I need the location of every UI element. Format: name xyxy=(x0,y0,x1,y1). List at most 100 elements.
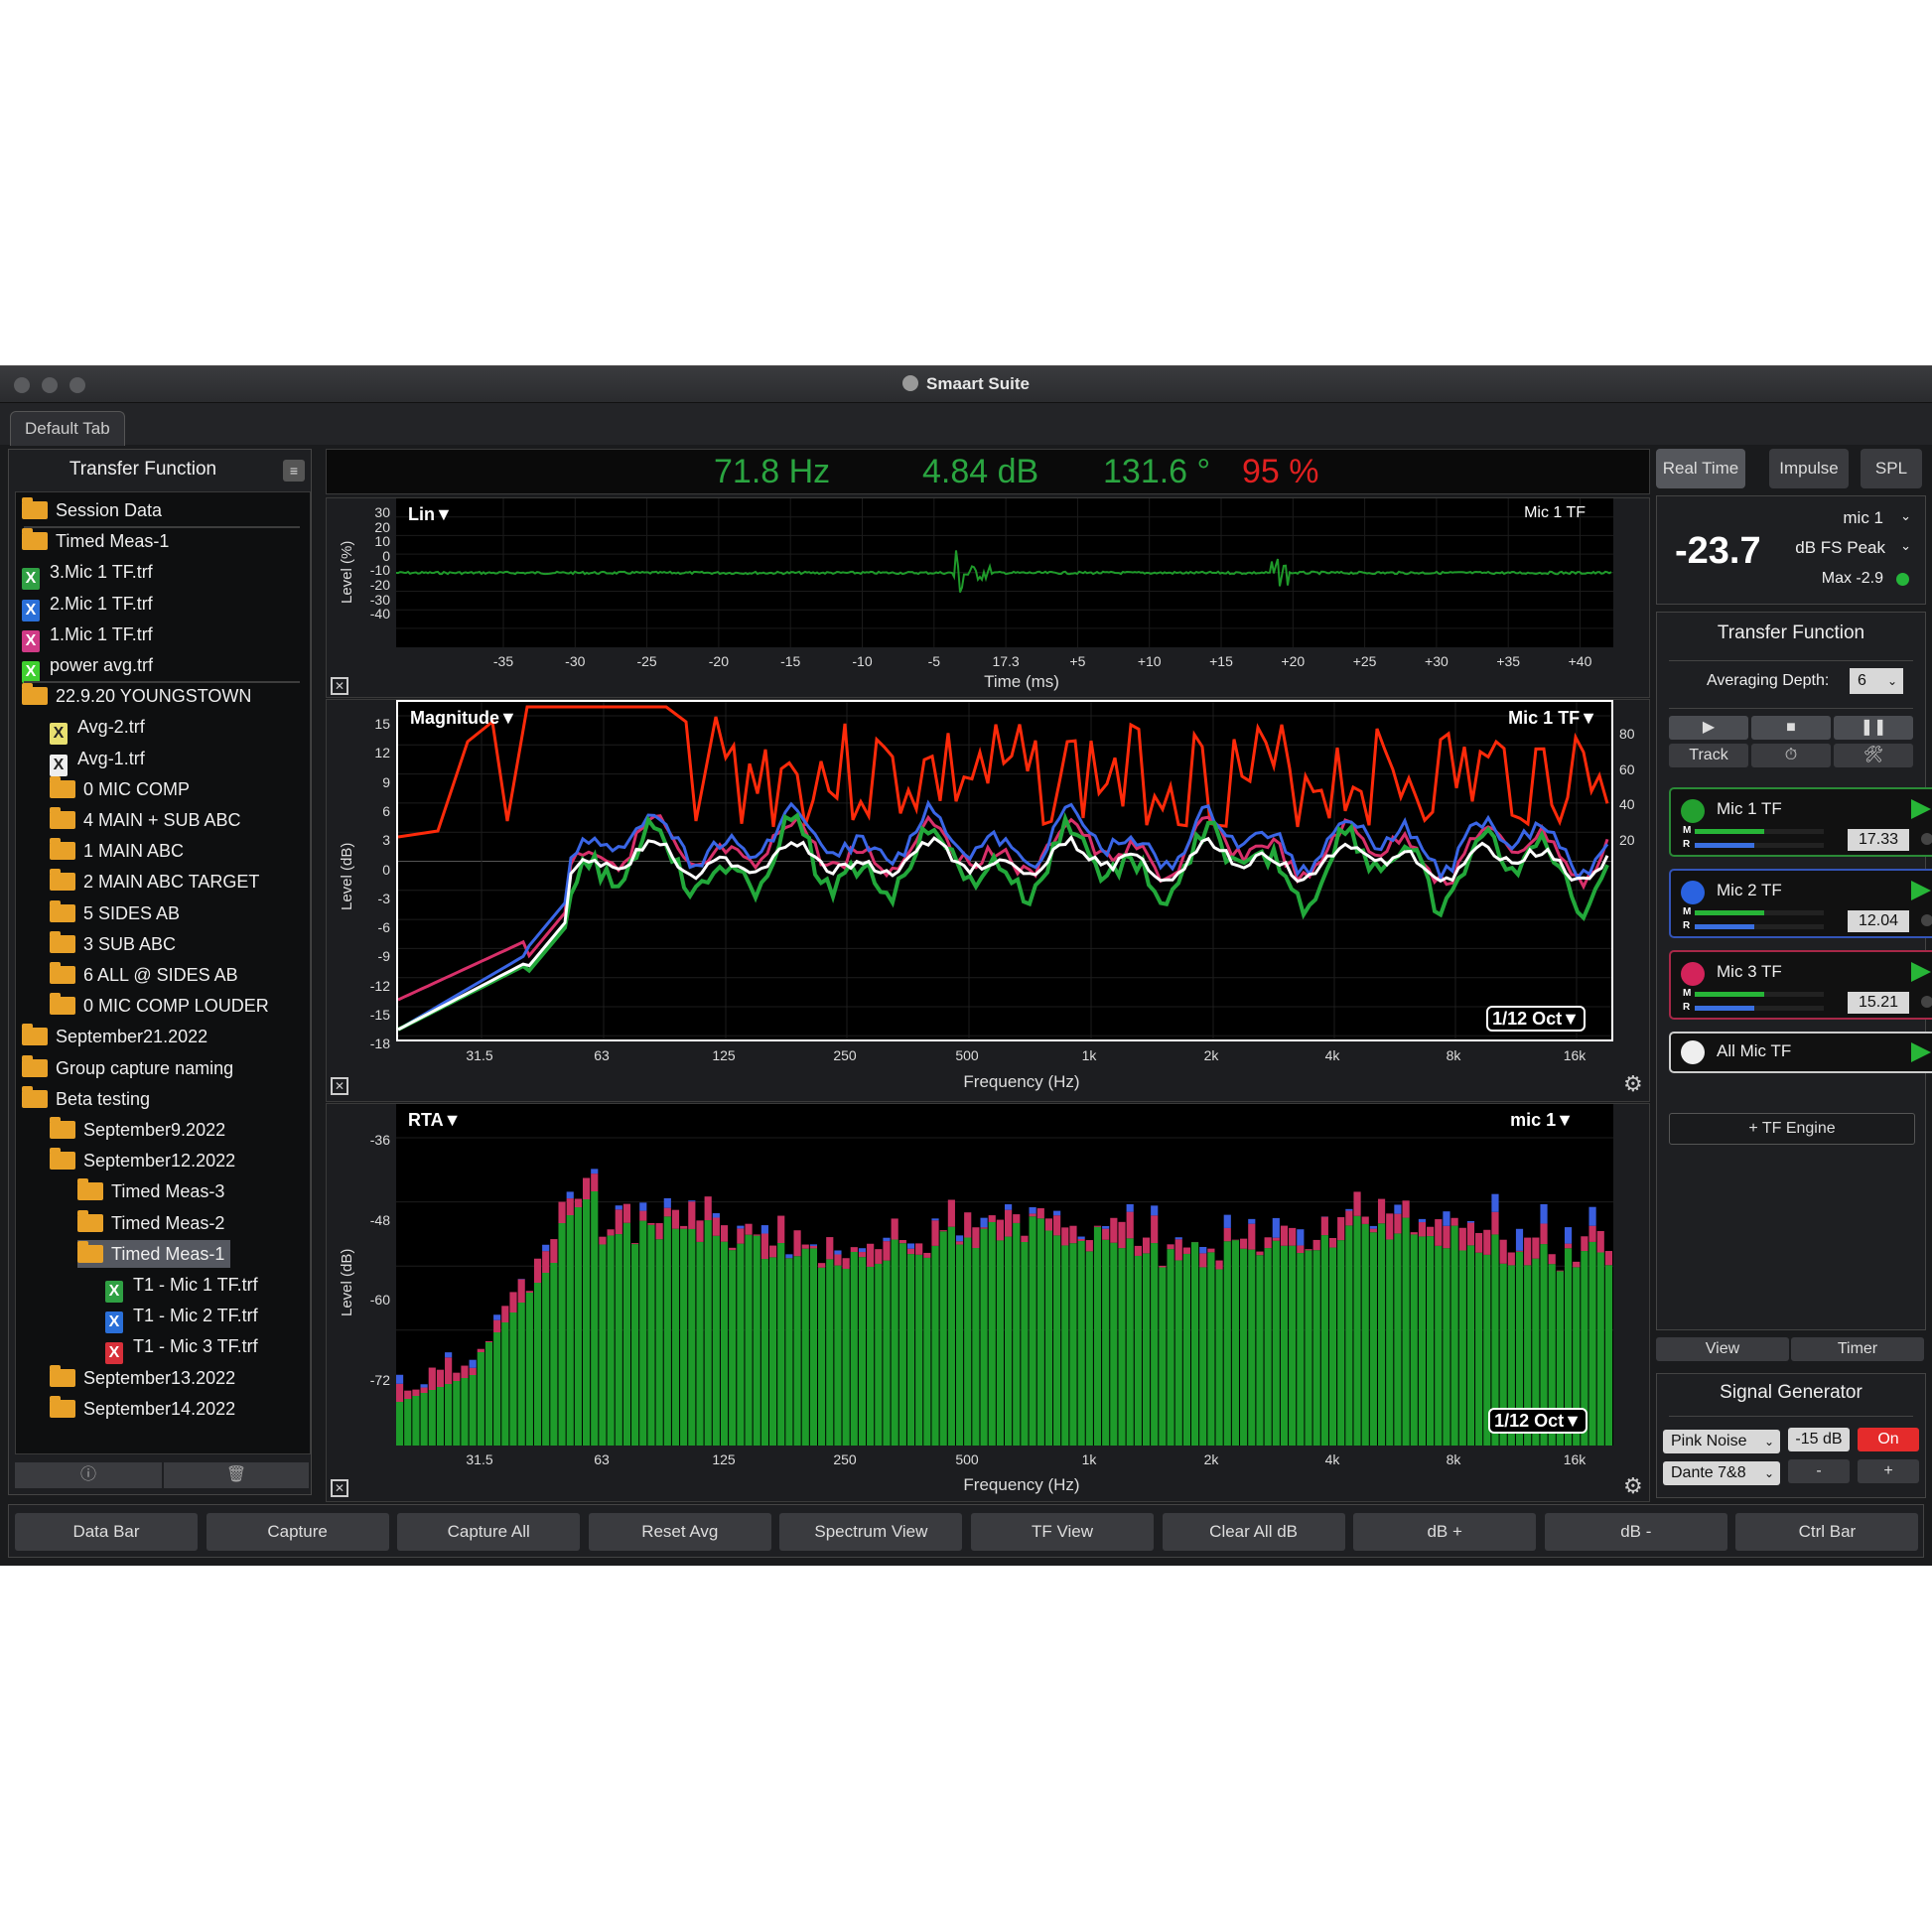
bottom-button-db-[interactable]: dB + xyxy=(1353,1513,1537,1551)
rta-bar xyxy=(1085,1240,1093,1252)
bottom-button-clear-all-db[interactable]: Clear All dB xyxy=(1162,1513,1345,1551)
play-icon[interactable] xyxy=(1911,1042,1931,1062)
tree-file[interactable]: X Avg-1.trf xyxy=(50,745,145,776)
bottom-button-spectrum-view[interactable]: Spectrum View xyxy=(779,1513,963,1551)
impulse-plot[interactable]: Lin▼ Mic 1 TF xyxy=(395,498,1613,647)
trash-icon[interactable]: 🗑 xyxy=(164,1462,309,1488)
close-plot-icon[interactable]: ✕ xyxy=(331,677,348,695)
signal-level-field[interactable]: -15 dB xyxy=(1788,1428,1850,1451)
info-icon[interactable]: ⓘ xyxy=(15,1462,162,1488)
close-plot-icon[interactable]: ✕ xyxy=(331,1077,348,1095)
tree-folder[interactable]: 1 MAIN ABC xyxy=(50,837,184,865)
bottom-button-capture[interactable]: Capture xyxy=(206,1513,389,1551)
delay-value[interactable]: 15.21 xyxy=(1848,992,1909,1014)
meter-unit[interactable]: dB FS Peak xyxy=(1795,538,1885,558)
tree-file[interactable]: X T1 - Mic 3 TF.trf xyxy=(105,1332,258,1365)
play-icon[interactable]: ▶ xyxy=(1669,716,1748,740)
play-icon[interactable] xyxy=(1911,881,1931,900)
tools-icon[interactable]: 🛠 xyxy=(1834,744,1913,767)
tab-real-time[interactable]: Real Time xyxy=(1656,449,1745,488)
tf-plot[interactable]: Magnitude▼ Mic 1 TF▼ 1/12 Oct▼ xyxy=(396,700,1613,1041)
tree-file[interactable]: X T1 - Mic 1 TF.trf xyxy=(105,1271,258,1303)
tree-folder[interactable]: 6 ALL @ SIDES AB xyxy=(50,961,238,989)
level-plus-button[interactable]: + xyxy=(1858,1459,1919,1483)
tree-folder[interactable]: September14.2022 xyxy=(50,1395,235,1423)
rta-view-dropdown[interactable]: RTA▼ xyxy=(408,1110,461,1131)
tree-folder[interactable]: Group capture naming xyxy=(22,1054,233,1082)
tree-folder[interactable]: 22.9.20 YOUNGSTOWN xyxy=(22,682,251,710)
bottom-button-reset-avg[interactable]: Reset Avg xyxy=(588,1513,771,1551)
delay-value[interactable]: 17.33 xyxy=(1848,829,1909,851)
tf-smoothing-dropdown[interactable]: 1/12 Oct▼ xyxy=(1486,1006,1586,1032)
tree-folder[interactable]: 5 SIDES AB xyxy=(50,899,180,927)
tree-folder[interactable]: Beta testing xyxy=(22,1085,150,1113)
tree-folder[interactable]: 0 MIC COMP LOUDER xyxy=(50,992,269,1020)
tree-folder[interactable]: Timed Meas-1 xyxy=(22,527,169,555)
tree-folder[interactable]: September9.2022 xyxy=(50,1116,225,1144)
tf-engine-card[interactable]: Mic 3 TF M R 15.21 xyxy=(1669,950,1932,1020)
close-plot-icon[interactable]: ✕ xyxy=(331,1479,348,1497)
timer-icon[interactable]: ⏱ xyxy=(1751,744,1831,767)
chevron-down-icon[interactable]: ⌄ xyxy=(1900,538,1911,554)
bottom-button-capture-all[interactable]: Capture All xyxy=(397,1513,581,1551)
stop-icon[interactable]: ■ xyxy=(1751,716,1831,740)
tree-file[interactable]: X T1 - Mic 2 TF.trf xyxy=(105,1302,258,1334)
tf-engine-card[interactable]: Mic 1 TF M R 17.33 xyxy=(1669,787,1932,857)
color-dot[interactable] xyxy=(1681,962,1705,986)
tree-file[interactable]: X 2.Mic 1 TF.trf xyxy=(22,590,153,621)
tree-folder[interactable]: September12.2022 xyxy=(50,1147,235,1174)
tree-folder[interactable]: 3 SUB ABC xyxy=(50,930,176,958)
tree-folder[interactable]: 0 MIC COMP xyxy=(50,775,190,803)
pause-icon[interactable]: ❚❚ xyxy=(1834,716,1913,740)
bottom-button-db-[interactable]: dB - xyxy=(1544,1513,1727,1551)
tab-view[interactable]: View xyxy=(1656,1337,1789,1361)
tree-file[interactable]: X 1.Mic 1 TF.trf xyxy=(22,621,153,652)
tab-spl[interactable]: SPL xyxy=(1861,449,1922,488)
tab-impulse[interactable]: Impulse xyxy=(1769,449,1849,488)
tab-default[interactable]: Default Tab xyxy=(10,411,125,446)
bottom-button-tf-view[interactable]: TF View xyxy=(971,1513,1154,1551)
level-minus-button[interactable]: - xyxy=(1788,1459,1850,1483)
color-dot[interactable] xyxy=(1681,881,1705,904)
signal-type-select[interactable]: Pink Noise ⌄ xyxy=(1663,1430,1780,1453)
tree-file[interactable]: X 3.Mic 1 TF.trf xyxy=(22,558,153,591)
tree-folder[interactable]: Timed Meas-3 xyxy=(77,1177,224,1205)
tree-folder[interactable]: 4 MAIN + SUB ABC xyxy=(50,806,241,834)
tree-folder[interactable]: Timed Meas-2 xyxy=(77,1209,224,1237)
tree-folder[interactable]: Timed Meas-1 xyxy=(77,1239,231,1268)
rta-bar xyxy=(1085,1251,1093,1446)
tf-engine-card[interactable]: Mic 2 TF M R 12.04 xyxy=(1669,869,1932,938)
rta-smoothing-dropdown[interactable]: 1/12 Oct▼ xyxy=(1488,1408,1587,1434)
track-button[interactable]: Track xyxy=(1669,744,1748,767)
rta-plot[interactable]: RTA▼ mic 1▼ 1/12 Oct▼ xyxy=(396,1104,1613,1446)
signal-on-button[interactable]: On xyxy=(1858,1428,1919,1451)
tab-timer[interactable]: Timer xyxy=(1791,1337,1924,1361)
tree-file[interactable]: Xpower avg.trf xyxy=(22,651,153,683)
hamburger-menu-icon[interactable]: ≡ xyxy=(283,460,305,482)
color-dot[interactable] xyxy=(1681,1040,1705,1064)
tf-view-dropdown[interactable]: Magnitude▼ xyxy=(410,708,517,729)
impulse-scale-dropdown[interactable]: Lin▼ xyxy=(408,504,453,525)
play-icon[interactable] xyxy=(1911,962,1931,982)
rta-trace-dropdown[interactable]: mic 1▼ xyxy=(1510,1110,1574,1131)
tree-folder[interactable]: Session Data xyxy=(22,496,162,524)
bottom-button-data-bar[interactable]: Data Bar xyxy=(15,1513,198,1551)
tree-folder[interactable]: 2 MAIN ABC TARGET xyxy=(50,868,259,896)
gear-icon[interactable]: ⚙ xyxy=(1623,1071,1643,1097)
tf-trace-dropdown[interactable]: Mic 1 TF▼ xyxy=(1508,708,1597,729)
signal-output-select[interactable]: Dante 7&8 ⌄ xyxy=(1663,1461,1780,1485)
gear-icon[interactable]: ⚙ xyxy=(1623,1473,1643,1499)
tree-folder[interactable]: September21.2022 xyxy=(22,1023,207,1050)
play-icon[interactable] xyxy=(1911,799,1931,819)
color-dot[interactable] xyxy=(1681,799,1705,823)
bottom-button-ctrl-bar[interactable]: Ctrl Bar xyxy=(1735,1513,1919,1551)
add-tf-engine-button[interactable]: + TF Engine xyxy=(1669,1113,1915,1145)
delay-value[interactable]: 12.04 xyxy=(1848,910,1909,932)
tree-folder[interactable]: September13.2022 xyxy=(50,1364,235,1392)
meter-source[interactable]: mic 1 xyxy=(1843,508,1883,528)
file-tree[interactable]: Session Data Timed Meas-1 X 3.Mic 1 TF.trf X… xyxy=(15,491,311,1454)
averaging-depth-select[interactable]: 6 ⌄ xyxy=(1850,668,1903,694)
chevron-down-icon[interactable]: ⌄ xyxy=(1900,508,1911,524)
tf-engine-card[interactable]: All Mic TF xyxy=(1669,1032,1932,1073)
tree-file[interactable]: X Avg-2.trf xyxy=(50,713,145,746)
